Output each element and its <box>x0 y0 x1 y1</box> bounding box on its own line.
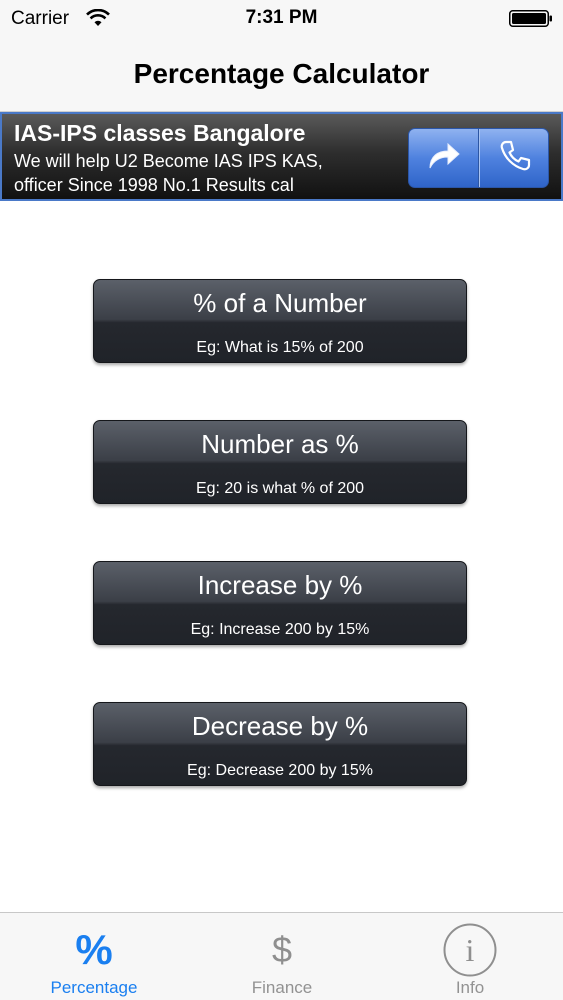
increase-by-percent-button[interactable]: Increase by % Eg: Increase 200 by 15% <box>93 561 467 645</box>
percent-of-number-button[interactable]: % of a Number Eg: What is 15% of 200 <box>93 279 467 363</box>
status-bar: Carrier 7:31 PM <box>0 0 563 38</box>
tab-percentage[interactable]: % Percentage <box>0 913 188 1000</box>
ad-title: IAS-IPS classes Bangalore <box>14 120 306 146</box>
button-example: Eg: What is 15% of 200 <box>196 339 364 356</box>
number-as-percent-button[interactable]: Number as % Eg: 20 is what % of 200 <box>93 420 467 504</box>
info-icon: i <box>443 923 497 977</box>
percent-icon-wrap: % <box>0 923 188 977</box>
decrease-by-percent-button[interactable]: Decrease by % Eg: Decrease 200 by 15% <box>93 702 467 786</box>
button-label: Number as % <box>201 429 359 459</box>
info-glyph: i <box>466 932 475 968</box>
button-example: Eg: 20 is what % of 200 <box>195 480 365 497</box>
ad-text-line-2: officer Since 1998 No.1 Results cal <box>14 175 294 195</box>
button-label: Increase by % <box>197 570 363 600</box>
ad-action-group <box>408 128 549 188</box>
top-bar: Carrier 7:31 PM Percentage Calculator <box>0 0 563 112</box>
tab-label: Info <box>455 978 485 997</box>
share-arrow-icon <box>426 140 462 177</box>
tab-finance[interactable]: $ Finance <box>188 913 376 1000</box>
percent-icon: % <box>75 926 113 973</box>
button-example: Eg: Increase 200 by 15% <box>190 621 370 638</box>
dollar-icon: $ <box>271 929 293 970</box>
clock: 7:31 PM <box>245 7 318 28</box>
button-example: Eg: Decrease 200 by 15% <box>187 762 373 779</box>
ad-banner[interactable]: IAS-IPS classes Bangalore We will help U… <box>0 112 563 201</box>
ad-share-button[interactable] <box>409 129 479 187</box>
button-label: Decrease by % <box>191 711 369 741</box>
info-icon-wrap: i <box>376 923 563 977</box>
phone-icon <box>498 139 532 178</box>
ad-text-line-1: We will help U2 Become IAS IPS KAS, <box>14 151 323 171</box>
tab-label: Percentage <box>50 978 138 997</box>
tab-label: Finance <box>251 978 313 997</box>
tab-info[interactable]: i Info <box>376 913 563 1000</box>
dollar-icon-wrap: $ <box>188 923 376 977</box>
battery-icon <box>509 10 553 27</box>
button-label: % of a Number <box>193 288 367 318</box>
page-title: Percentage Calculator <box>133 58 430 89</box>
ad-call-button[interactable] <box>479 129 548 187</box>
tab-bar: % Percentage $ Finance i Info <box>0 912 563 1000</box>
